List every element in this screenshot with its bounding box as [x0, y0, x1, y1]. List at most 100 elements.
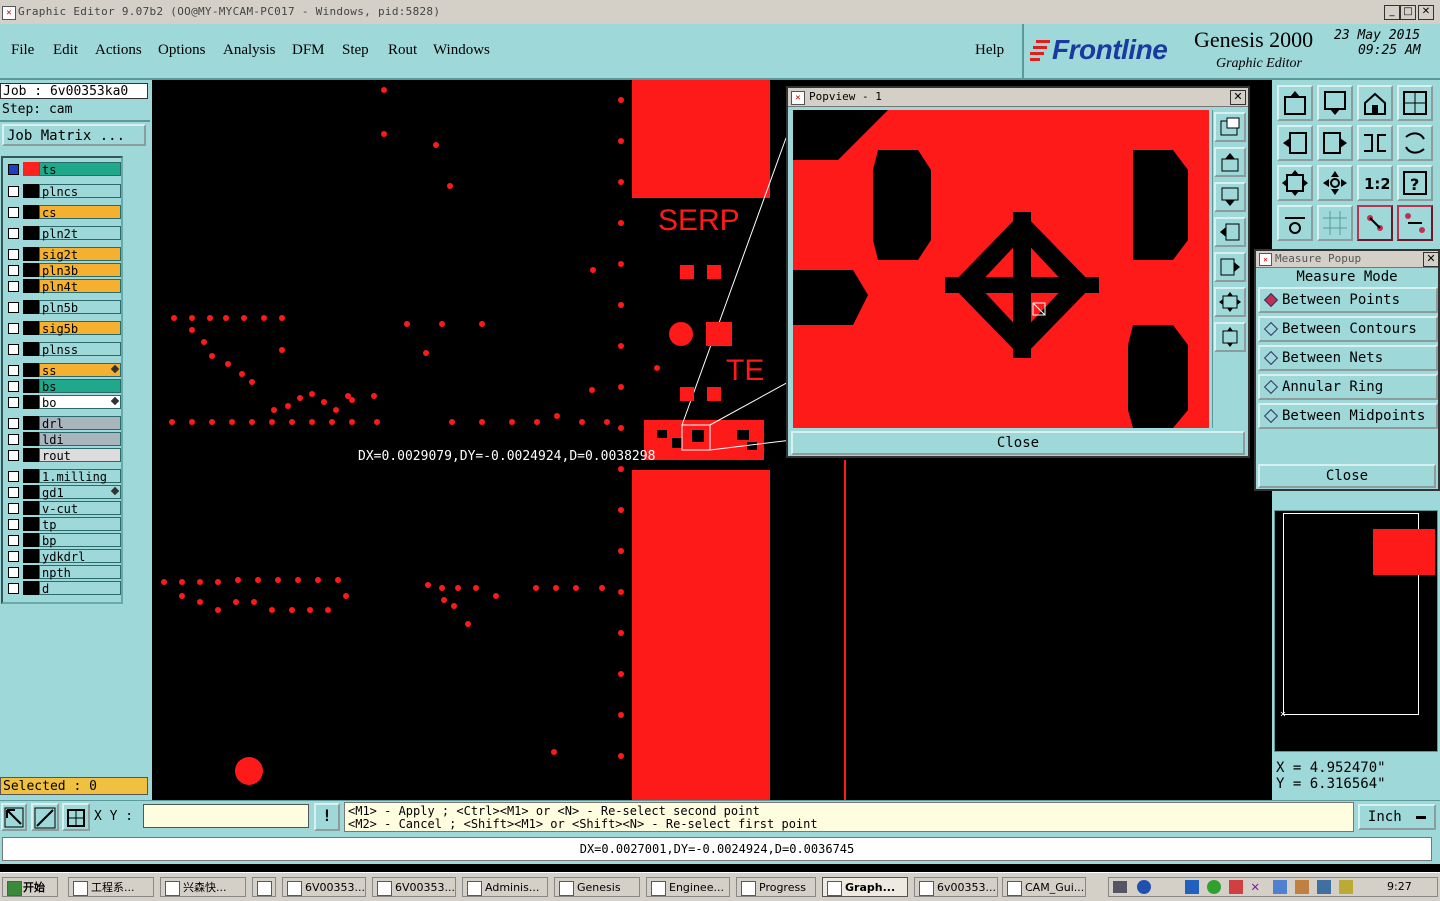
- popview-pan-up-button[interactable]: [1214, 147, 1246, 177]
- taskbar-item[interactable]: 兴森快...: [160, 877, 246, 897]
- layer-checkbox[interactable]: [8, 281, 19, 292]
- menu-step[interactable]: Step: [342, 42, 369, 59]
- taskbar-item[interactable]: Adminis...: [462, 877, 548, 897]
- menu-analysis[interactable]: Analysis: [223, 42, 276, 59]
- layer-checkbox[interactable]: [8, 583, 19, 594]
- layer-name[interactable]: ss: [39, 363, 121, 378]
- layer-name[interactable]: 1.milling: [39, 469, 121, 484]
- taskbar-item[interactable]: Enginee...: [646, 877, 730, 897]
- layer-name[interactable]: pln4t: [39, 279, 121, 294]
- layer-color-swatch[interactable]: [23, 395, 39, 409]
- taskbar-item[interactable]: Graph...: [822, 877, 908, 897]
- layer-name[interactable]: tp: [39, 517, 121, 532]
- layer-color-swatch[interactable]: [23, 565, 39, 579]
- home-view-button[interactable]: [1357, 85, 1393, 121]
- layer-checkbox[interactable]: [8, 186, 19, 197]
- menu-actions[interactable]: Actions: [95, 42, 142, 59]
- popview-zoom-in-button[interactable]: [1214, 112, 1246, 142]
- window-title-bar[interactable]: ✕ Graphic Editor 9.07b2 (OO@MY-MYCAM-PC0…: [0, 0, 1440, 25]
- layer-row-cs[interactable]: cs: [5, 205, 121, 220]
- layer-name[interactable]: sig5b: [39, 321, 121, 336]
- layer-checkbox[interactable]: [8, 450, 19, 461]
- tool-tray-icon[interactable]: [1229, 880, 1243, 894]
- net-highlight-button[interactable]: [1357, 205, 1393, 241]
- popview-pan-down-button[interactable]: [1214, 182, 1246, 212]
- menu-options[interactable]: Options: [158, 42, 206, 59]
- start-button[interactable]: 开始: [2, 877, 58, 897]
- layer-row-pln5b[interactable]: pln5b: [5, 300, 121, 315]
- layer-name[interactable]: rout: [39, 448, 121, 463]
- layer-color-swatch[interactable]: [23, 321, 39, 335]
- menu-rout[interactable]: Rout: [388, 42, 417, 59]
- taskbar-item[interactable]: 6v00353...: [914, 877, 998, 897]
- fit-screen-button[interactable]: [1277, 165, 1313, 201]
- layer-color-swatch[interactable]: [23, 342, 39, 356]
- layer-checkbox[interactable]: [8, 519, 19, 530]
- layer-row-bs[interactable]: bs: [5, 379, 121, 394]
- popview-zoom-view[interactable]: [793, 110, 1209, 428]
- layer-name[interactable]: pln2t: [39, 226, 121, 241]
- layer-row-ldi[interactable]: ldi: [5, 432, 121, 447]
- measure-close-button[interactable]: Close: [1258, 464, 1436, 488]
- menu-edit[interactable]: Edit: [53, 42, 78, 59]
- layer-row-d[interactable]: d: [5, 581, 121, 596]
- popview-title-bar[interactable]: ✕ Popview - 1: [788, 88, 1248, 107]
- popview-home-button[interactable]: [1214, 322, 1246, 352]
- layer-name[interactable]: gd1: [39, 485, 121, 500]
- layer-name[interactable]: npth: [39, 565, 121, 580]
- pan-down-button[interactable]: [1317, 85, 1353, 121]
- display-tray-icon[interactable]: [1317, 880, 1331, 894]
- volume-tray-icon[interactable]: [1339, 880, 1353, 894]
- job-matrix-button[interactable]: Job Matrix ...: [2, 124, 146, 146]
- layer-color-swatch[interactable]: [23, 517, 39, 531]
- layer-name[interactable]: v-cut: [39, 501, 121, 516]
- layer-color-swatch[interactable]: [23, 501, 39, 515]
- layer-name[interactable]: pln5b: [39, 300, 121, 315]
- layer-row-npth[interactable]: npth: [5, 565, 121, 580]
- settings-button[interactable]: [1277, 205, 1313, 241]
- xy-view-button[interactable]: [1397, 85, 1433, 121]
- layer-row-1.milling[interactable]: 1.milling: [5, 469, 121, 484]
- layer-checkbox[interactable]: [8, 344, 19, 355]
- layer-row-ydkdrl[interactable]: ydkdrl: [5, 549, 121, 564]
- layer-checkbox[interactable]: [8, 418, 19, 429]
- layer-checkbox[interactable]: [8, 551, 19, 562]
- layer-name[interactable]: plnss: [39, 342, 121, 357]
- popview-fit-button[interactable]: [1214, 287, 1246, 317]
- layer-color-swatch[interactable]: [23, 247, 39, 261]
- pan-right-button[interactable]: [1317, 125, 1353, 161]
- layer-name[interactable]: cs: [39, 205, 121, 220]
- layer-color-swatch[interactable]: [23, 485, 39, 499]
- layer-color-swatch[interactable]: [23, 469, 39, 483]
- layer-row-gd1[interactable]: gd1: [5, 485, 121, 500]
- layer-name[interactable]: ts: [39, 162, 121, 177]
- layer-row-bo[interactable]: bo: [5, 395, 121, 410]
- measure-tool-button[interactable]: [1397, 205, 1433, 241]
- layer-color-swatch[interactable]: [23, 533, 39, 547]
- layer-color-swatch[interactable]: [23, 184, 39, 198]
- xy-input[interactable]: [143, 804, 309, 828]
- layer-checkbox[interactable]: [8, 381, 19, 392]
- menu-dfm[interactable]: DFM: [292, 42, 325, 59]
- security-tray-icon[interactable]: [1295, 880, 1309, 894]
- app-tray-icon[interactable]: [1185, 880, 1199, 894]
- layer-color-swatch[interactable]: [23, 379, 39, 393]
- layer-name[interactable]: ldi: [39, 432, 121, 447]
- layer-color-swatch[interactable]: [23, 205, 39, 219]
- layer-row-bp[interactable]: bp: [5, 533, 121, 548]
- layer-name[interactable]: drl: [39, 416, 121, 431]
- layer-name[interactable]: bo: [39, 395, 121, 410]
- layer-checkbox[interactable]: [8, 365, 19, 376]
- layer-name[interactable]: bs: [39, 379, 121, 394]
- layer-row-ss[interactable]: ss: [5, 363, 121, 378]
- layer-color-swatch[interactable]: [23, 549, 39, 563]
- layer-checkbox[interactable]: [8, 228, 19, 239]
- layer-row-plncs[interactable]: plncs: [5, 184, 121, 199]
- layer-color-swatch[interactable]: [23, 581, 39, 595]
- popview-pan-right-button[interactable]: [1214, 252, 1246, 282]
- popview-close-icon[interactable]: ✕: [1230, 90, 1246, 105]
- layer-color-swatch[interactable]: [23, 416, 39, 430]
- layer-name[interactable]: d: [39, 581, 121, 596]
- select-tool-button[interactable]: [1, 803, 27, 831]
- measure-option-between-contours[interactable]: Between Contours: [1258, 316, 1438, 342]
